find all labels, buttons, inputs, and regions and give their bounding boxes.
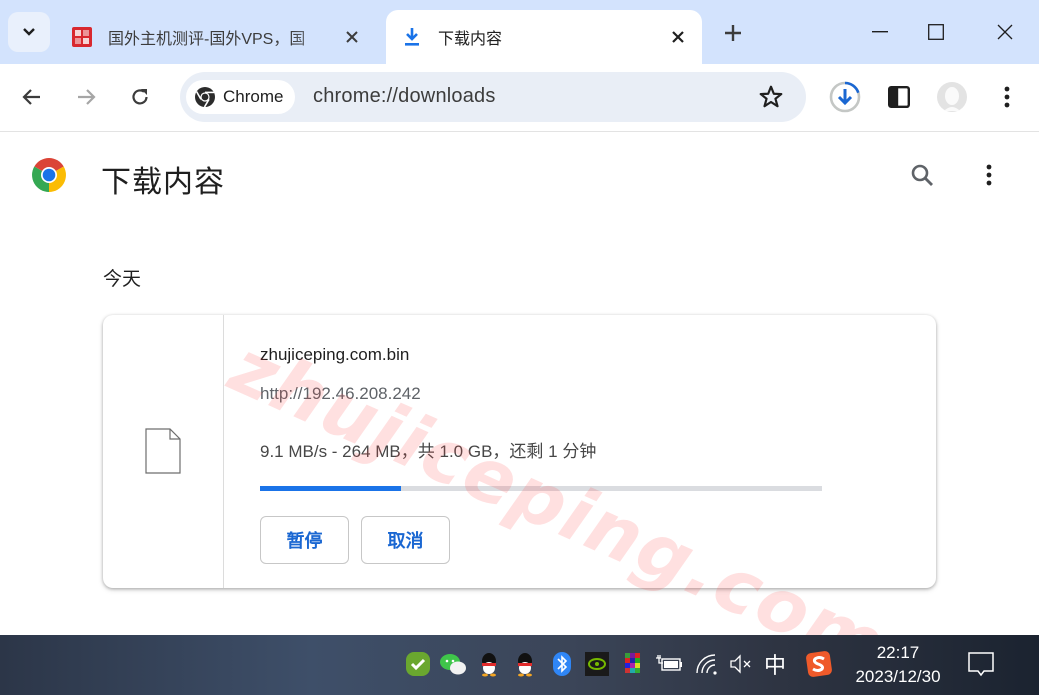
wechat-icon[interactable] [438, 649, 468, 679]
nvidia-icon[interactable] [582, 649, 612, 679]
reload-button[interactable] [121, 78, 159, 116]
ime-mode-indicator[interactable]: 中 [760, 649, 790, 679]
tab-inactive[interactable]: 国外主机测评-国外VPS，国 [56, 10, 376, 64]
wifi-icon[interactable] [692, 649, 722, 679]
address-bar[interactable]: Chrome chrome://downloads [180, 72, 806, 122]
chrome-logo-icon [195, 87, 215, 108]
download-progress-fill [260, 486, 401, 491]
downloads-toolbar-button[interactable] [826, 78, 864, 116]
cancel-button[interactable]: 取消 [361, 516, 450, 564]
file-icon [145, 428, 181, 474]
new-tab-button[interactable] [718, 18, 748, 48]
tab-strip: 国外主机测评-国外VPS，国 下载内容 [0, 0, 1039, 64]
arrow-right-icon [78, 89, 96, 105]
volume-muted-icon[interactable] [726, 649, 756, 679]
notification-center-icon[interactable] [964, 649, 998, 681]
battery-charging-icon[interactable] [654, 649, 684, 679]
tab-title: 下载内容 [438, 31, 503, 48]
security-check-icon[interactable] [403, 649, 433, 679]
bluetooth-icon[interactable] [547, 649, 577, 679]
chrome-logo-icon [32, 158, 66, 192]
reload-icon [132, 89, 148, 105]
qq-icon[interactable] [474, 649, 504, 679]
clock-date: 2023/12/30 [855, 667, 941, 686]
back-button[interactable] [13, 78, 51, 116]
arrow-left-icon [22, 89, 40, 105]
forward-button[interactable] [67, 78, 105, 116]
download-item: zhujiceping.com.bin http://192.46.208.24… [103, 315, 936, 588]
close-tab-icon[interactable] [664, 23, 692, 51]
url-text[interactable]: chrome://downloads [313, 85, 496, 108]
downloads-header: 下载内容 [0, 133, 1039, 221]
side-panel-icon [888, 86, 910, 108]
maximize-icon [928, 24, 944, 40]
download-icon [400, 25, 424, 49]
avatar-icon [937, 82, 967, 112]
date-group-label: 今天 [103, 269, 142, 290]
taskbar: 中 22:17 2023/12/30 [0, 635, 1039, 695]
download-filename[interactable]: zhujiceping.com.bin [260, 345, 409, 365]
search-icon [911, 164, 933, 186]
chrome-menu-button[interactable] [988, 78, 1026, 116]
minimize-button[interactable] [857, 12, 903, 52]
close-window-button[interactable] [982, 12, 1028, 52]
search-downloads-button[interactable] [904, 157, 940, 193]
clock-time: 22:17 [876, 643, 920, 662]
close-tab-icon[interactable] [338, 23, 366, 51]
plus-icon [725, 25, 741, 41]
browser-toolbar: Chrome chrome://downloads [0, 64, 1039, 132]
more-vert-icon [1004, 86, 1010, 108]
system-clock[interactable]: 22:17 2023/12/30 [848, 641, 948, 689]
profile-button[interactable] [933, 78, 971, 116]
page-title: 下载内容 [101, 166, 225, 199]
download-progress-icon [829, 81, 861, 113]
tab-active[interactable]: 下载内容 [386, 10, 702, 64]
chevron-down-icon [23, 28, 35, 36]
tab-title: 国外主机测评-国外VPS，国 [108, 31, 306, 48]
site-info-chip[interactable]: Chrome [186, 80, 296, 114]
download-source-url[interactable]: http://192.46.208.242 [260, 384, 421, 404]
download-progress-bar [260, 486, 822, 491]
tab-search-button[interactable] [8, 12, 50, 52]
downloads-menu-button[interactable] [971, 157, 1007, 193]
minimize-icon [872, 31, 888, 33]
maximize-button[interactable] [913, 12, 959, 52]
pause-button[interactable]: 暂停 [260, 516, 349, 564]
sogou-icon[interactable] [804, 649, 834, 679]
qq-icon[interactable] [510, 649, 540, 679]
card-divider [223, 315, 224, 588]
bookmark-star-icon[interactable] [758, 84, 784, 110]
download-status: 9.1 MB/s - 264 MB，共 1.0 GB，还剩 1 分钟 [260, 442, 597, 461]
close-icon [997, 24, 1013, 40]
side-panel-button[interactable] [880, 78, 918, 116]
color-grid-icon[interactable] [618, 649, 648, 679]
site-seal-favicon [70, 25, 94, 49]
site-info-label: Chrome [223, 87, 284, 106]
more-vert-icon [986, 164, 992, 186]
